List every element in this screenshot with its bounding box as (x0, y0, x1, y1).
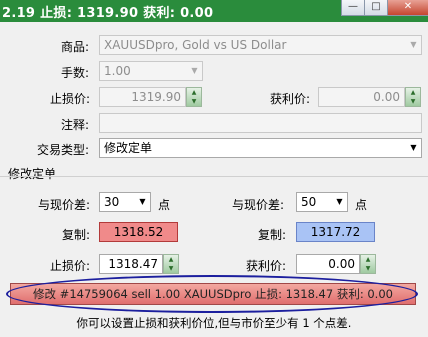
stoploss-label: 止损价: (50, 92, 91, 106)
stoploss-spinner[interactable]: ▲ ▼ (186, 87, 202, 107)
type-label: 交易类型: (37, 143, 90, 157)
new-sl-spinner[interactable]: ▲ ▼ (163, 254, 179, 274)
new-tp-input[interactable]: 0.00 (296, 254, 360, 274)
volume-label: 手数: (61, 66, 90, 80)
tp-offset-label: 与现价差: (232, 198, 285, 212)
minimize-icon: — (348, 1, 358, 12)
tp-copy-label: 复制: (258, 228, 287, 242)
new-tp-spinner[interactable]: ▲ ▼ (360, 254, 376, 274)
sl-offset-select[interactable]: 30 ▼ (99, 192, 151, 212)
type-value: 修改定单 (104, 141, 153, 155)
new-sl-input[interactable]: 1318.47 (99, 254, 163, 274)
symbol-value: XAUUSDpro, Gold vs US Dollar (104, 38, 287, 52)
chevron-down-icon: ▼ (336, 197, 343, 206)
new-tp-label: 获利价: (246, 259, 287, 273)
maximize-button[interactable]: □ (364, 0, 388, 16)
close-icon: ✕ (403, 1, 413, 12)
up-arrow-icon: ▲ (168, 256, 174, 263)
sl-copy-button[interactable]: 1318.52 (99, 222, 178, 242)
maximize-icon: □ (371, 1, 381, 12)
symbol-select[interactable]: XAUUSDpro, Gold vs US Dollar ▼ (99, 35, 422, 55)
sl-offset-value: 30 (104, 195, 120, 209)
symbol-label: 商品: (61, 40, 90, 54)
takeprofit-label: 获利价: (270, 92, 311, 106)
modify-group-title: 修改定单 (8, 167, 57, 181)
up-arrow-icon: ▲ (365, 256, 371, 263)
stoploss-input[interactable]: 1319.90 (99, 87, 186, 107)
takeprofit-spinner[interactable]: ▲ ▼ (405, 87, 421, 107)
chevron-down-icon: ▼ (139, 197, 146, 206)
hint-text: 你可以设置止损和获利价位,但与市价至少有 1 个点差. (76, 316, 352, 330)
minimize-button[interactable]: — (341, 0, 365, 16)
down-arrow-icon: ▼ (168, 265, 174, 272)
down-arrow-icon: ▼ (410, 98, 416, 105)
up-arrow-icon: ▲ (410, 89, 416, 96)
sl-offset-unit: 点 (158, 198, 171, 212)
new-sl-label: 止损价: (50, 259, 91, 273)
chevron-down-icon: ▼ (410, 40, 417, 49)
up-arrow-icon: ▲ (191, 89, 197, 96)
volume-value: 1.00 (104, 64, 131, 78)
tp-offset-value: 50 (301, 195, 317, 209)
close-button[interactable]: ✕ (387, 0, 428, 16)
tp-copy-button[interactable]: 1317.72 (296, 222, 375, 242)
window-title: 2.19 止损: 1319.90 获利: 0.00 (2, 6, 214, 21)
comment-input[interactable] (99, 113, 422, 133)
highlight-ellipse (6, 275, 418, 313)
down-arrow-icon: ▼ (365, 265, 371, 272)
volume-select[interactable]: 1.00 ▼ (99, 61, 203, 81)
tp-offset-select[interactable]: 50 ▼ (296, 192, 348, 212)
comment-label: 注释: (61, 118, 90, 132)
type-select[interactable]: 修改定单 ▼ (99, 138, 422, 158)
group-divider (0, 176, 428, 177)
chevron-down-icon: ▼ (191, 66, 198, 75)
takeprofit-input[interactable]: 0.00 (318, 87, 405, 107)
sl-copy-label: 复制: (62, 228, 91, 242)
tp-offset-unit: 点 (355, 198, 368, 212)
down-arrow-icon: ▼ (191, 98, 197, 105)
chevron-down-icon: ▼ (410, 143, 417, 152)
sl-offset-label: 与现价差: (38, 198, 91, 212)
